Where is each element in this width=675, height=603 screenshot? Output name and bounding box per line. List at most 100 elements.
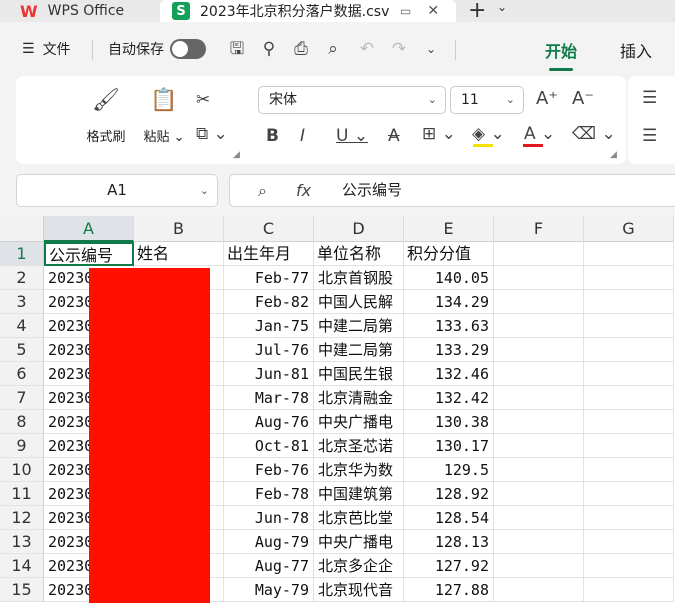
birth-cell[interactable]: Mar-78 xyxy=(224,386,314,410)
unit-cell[interactable]: 中央广播电 xyxy=(314,530,404,554)
row-header[interactable]: 11 xyxy=(0,482,44,506)
cut-icon[interactable]: ✂ xyxy=(196,90,210,110)
cell[interactable] xyxy=(494,314,584,338)
format-painter-button[interactable]: 🖌 格式刷 xyxy=(76,84,136,145)
cell[interactable] xyxy=(584,386,674,410)
unit-cell[interactable]: 北京多企企 xyxy=(314,554,404,578)
clipboard-dialog-launcher-icon[interactable]: ◢ xyxy=(233,150,240,160)
tab-insert[interactable]: 插入 xyxy=(620,38,652,62)
unit-cell[interactable]: 北京芭比堂 xyxy=(314,506,404,530)
header-cell[interactable]: 出生年月 xyxy=(224,242,314,266)
save-icon[interactable]: 🖫 xyxy=(226,38,248,60)
row-header[interactable]: 5 xyxy=(0,338,44,362)
cell[interactable] xyxy=(584,314,674,338)
cell[interactable] xyxy=(584,506,674,530)
row-header[interactable]: 8 xyxy=(0,410,44,434)
tab-wps-office[interactable]: W WPS Office xyxy=(0,0,155,22)
score-cell[interactable]: 130.38 xyxy=(404,410,494,434)
formula-bar[interactable]: ⌕ fx 公示编号 xyxy=(229,174,675,207)
unit-cell[interactable]: 中国建筑第 xyxy=(314,482,404,506)
align-left-icon[interactable]: ☰ xyxy=(642,126,657,146)
strikethrough-icon[interactable]: A xyxy=(388,126,400,146)
score-cell[interactable]: 133.63 xyxy=(404,314,494,338)
unit-cell[interactable]: 中建二局第 xyxy=(314,314,404,338)
bold-icon[interactable]: B xyxy=(266,126,279,146)
score-cell[interactable]: 140.05 xyxy=(404,266,494,290)
column-header-f[interactable]: F xyxy=(494,216,584,242)
cell[interactable] xyxy=(494,530,584,554)
cell[interactable] xyxy=(494,362,584,386)
row-header[interactable]: 6 xyxy=(0,362,44,386)
tab-document[interactable]: S 2023年北京积分落户数据.csv ▭ ✕ xyxy=(160,0,456,22)
row-header[interactable]: 15 xyxy=(0,578,44,602)
italic-icon[interactable]: I xyxy=(300,126,305,146)
cell[interactable] xyxy=(584,242,674,266)
score-cell[interactable]: 132.46 xyxy=(404,362,494,386)
cell[interactable] xyxy=(584,554,674,578)
row-header[interactable]: 7 xyxy=(0,386,44,410)
birth-cell[interactable]: Jun-78 xyxy=(224,506,314,530)
formula-input[interactable]: 公示编号 xyxy=(342,175,402,206)
cell[interactable] xyxy=(494,242,584,266)
birth-cell[interactable]: Jun-81 xyxy=(224,362,314,386)
column-header-c[interactable]: C xyxy=(224,216,314,242)
clear-format-icon[interactable]: ⌫ ⌄ xyxy=(572,124,616,144)
borders-icon[interactable]: ⊞ ⌄ xyxy=(422,124,456,144)
column-header-d[interactable]: D xyxy=(314,216,404,242)
font-dialog-launcher-icon[interactable]: ◢ xyxy=(610,150,617,160)
header-cell[interactable]: 公示编号 xyxy=(44,242,134,266)
unit-cell[interactable]: 北京现代音 xyxy=(314,578,404,602)
column-header-e[interactable]: E xyxy=(404,216,494,242)
cell[interactable] xyxy=(584,578,674,602)
row-header[interactable]: 1 xyxy=(0,242,44,266)
unit-cell[interactable]: 中建二局第 xyxy=(314,338,404,362)
window-icon[interactable]: ▭ xyxy=(400,4,411,18)
cell[interactable] xyxy=(584,458,674,482)
cell[interactable] xyxy=(584,530,674,554)
fx-icon[interactable]: fx xyxy=(296,175,311,206)
cell[interactable] xyxy=(494,266,584,290)
print-icon[interactable]: ⎙ xyxy=(290,38,312,60)
decrease-font-icon[interactable]: A⁻ xyxy=(572,88,594,109)
paste-button[interactable]: 📋 粘贴 ⌄ xyxy=(136,84,192,145)
row-header[interactable]: 3 xyxy=(0,290,44,314)
score-cell[interactable]: 127.88 xyxy=(404,578,494,602)
cell[interactable] xyxy=(494,482,584,506)
score-cell[interactable]: 127.92 xyxy=(404,554,494,578)
unit-cell[interactable]: 中国人民解 xyxy=(314,290,404,314)
score-cell[interactable]: 134.29 xyxy=(404,290,494,314)
name-box[interactable]: A1 ⌄ xyxy=(16,174,218,207)
birth-cell[interactable]: Aug-76 xyxy=(224,410,314,434)
cell[interactable] xyxy=(494,386,584,410)
fill-color-icon[interactable]: ◈ ⌄ xyxy=(472,124,505,144)
unit-cell[interactable]: 北京华为数 xyxy=(314,458,404,482)
column-header-a[interactable]: A xyxy=(44,216,134,242)
birth-cell[interactable]: Feb-82 xyxy=(224,290,314,314)
tab-home[interactable]: 开始 xyxy=(545,38,577,71)
search-function-icon[interactable]: ⌕ xyxy=(258,175,267,206)
unit-cell[interactable]: 北京圣芯诺 xyxy=(314,434,404,458)
unit-cell[interactable]: 北京首钢股 xyxy=(314,266,404,290)
birth-cell[interactable]: Jul-76 xyxy=(224,338,314,362)
row-header[interactable]: 4 xyxy=(0,314,44,338)
cell[interactable] xyxy=(494,290,584,314)
underline-icon[interactable]: U ⌄ xyxy=(336,126,368,146)
unit-cell[interactable]: 北京清融金 xyxy=(314,386,404,410)
cell[interactable] xyxy=(584,290,674,314)
spreadsheet-grid[interactable]: A B C D E F G 1 公示编号 姓名 出生年月 单位名称 积分分值 2 20230 Feb-77 北京… xyxy=(0,216,675,603)
unit-cell[interactable]: 中国民生银 xyxy=(314,362,404,386)
close-tab-icon[interactable]: ✕ xyxy=(427,3,439,19)
font-size-select[interactable]: 11 ⌄ xyxy=(450,86,524,114)
cell[interactable] xyxy=(584,410,674,434)
column-header-b[interactable]: B xyxy=(134,216,224,242)
autosave-toggle[interactable] xyxy=(170,39,206,59)
header-cell[interactable]: 单位名称 xyxy=(314,242,404,266)
birth-cell[interactable]: May-79 xyxy=(224,578,314,602)
increase-font-icon[interactable]: A⁺ xyxy=(536,88,558,109)
row-header[interactable]: 10 xyxy=(0,458,44,482)
birth-cell[interactable]: Feb-77 xyxy=(224,266,314,290)
header-cell[interactable]: 姓名 xyxy=(134,242,224,266)
birth-cell[interactable]: Aug-77 xyxy=(224,554,314,578)
redo-icon[interactable]: ↷ xyxy=(388,38,410,60)
autosave-control[interactable]: 自动保存 xyxy=(108,38,206,60)
